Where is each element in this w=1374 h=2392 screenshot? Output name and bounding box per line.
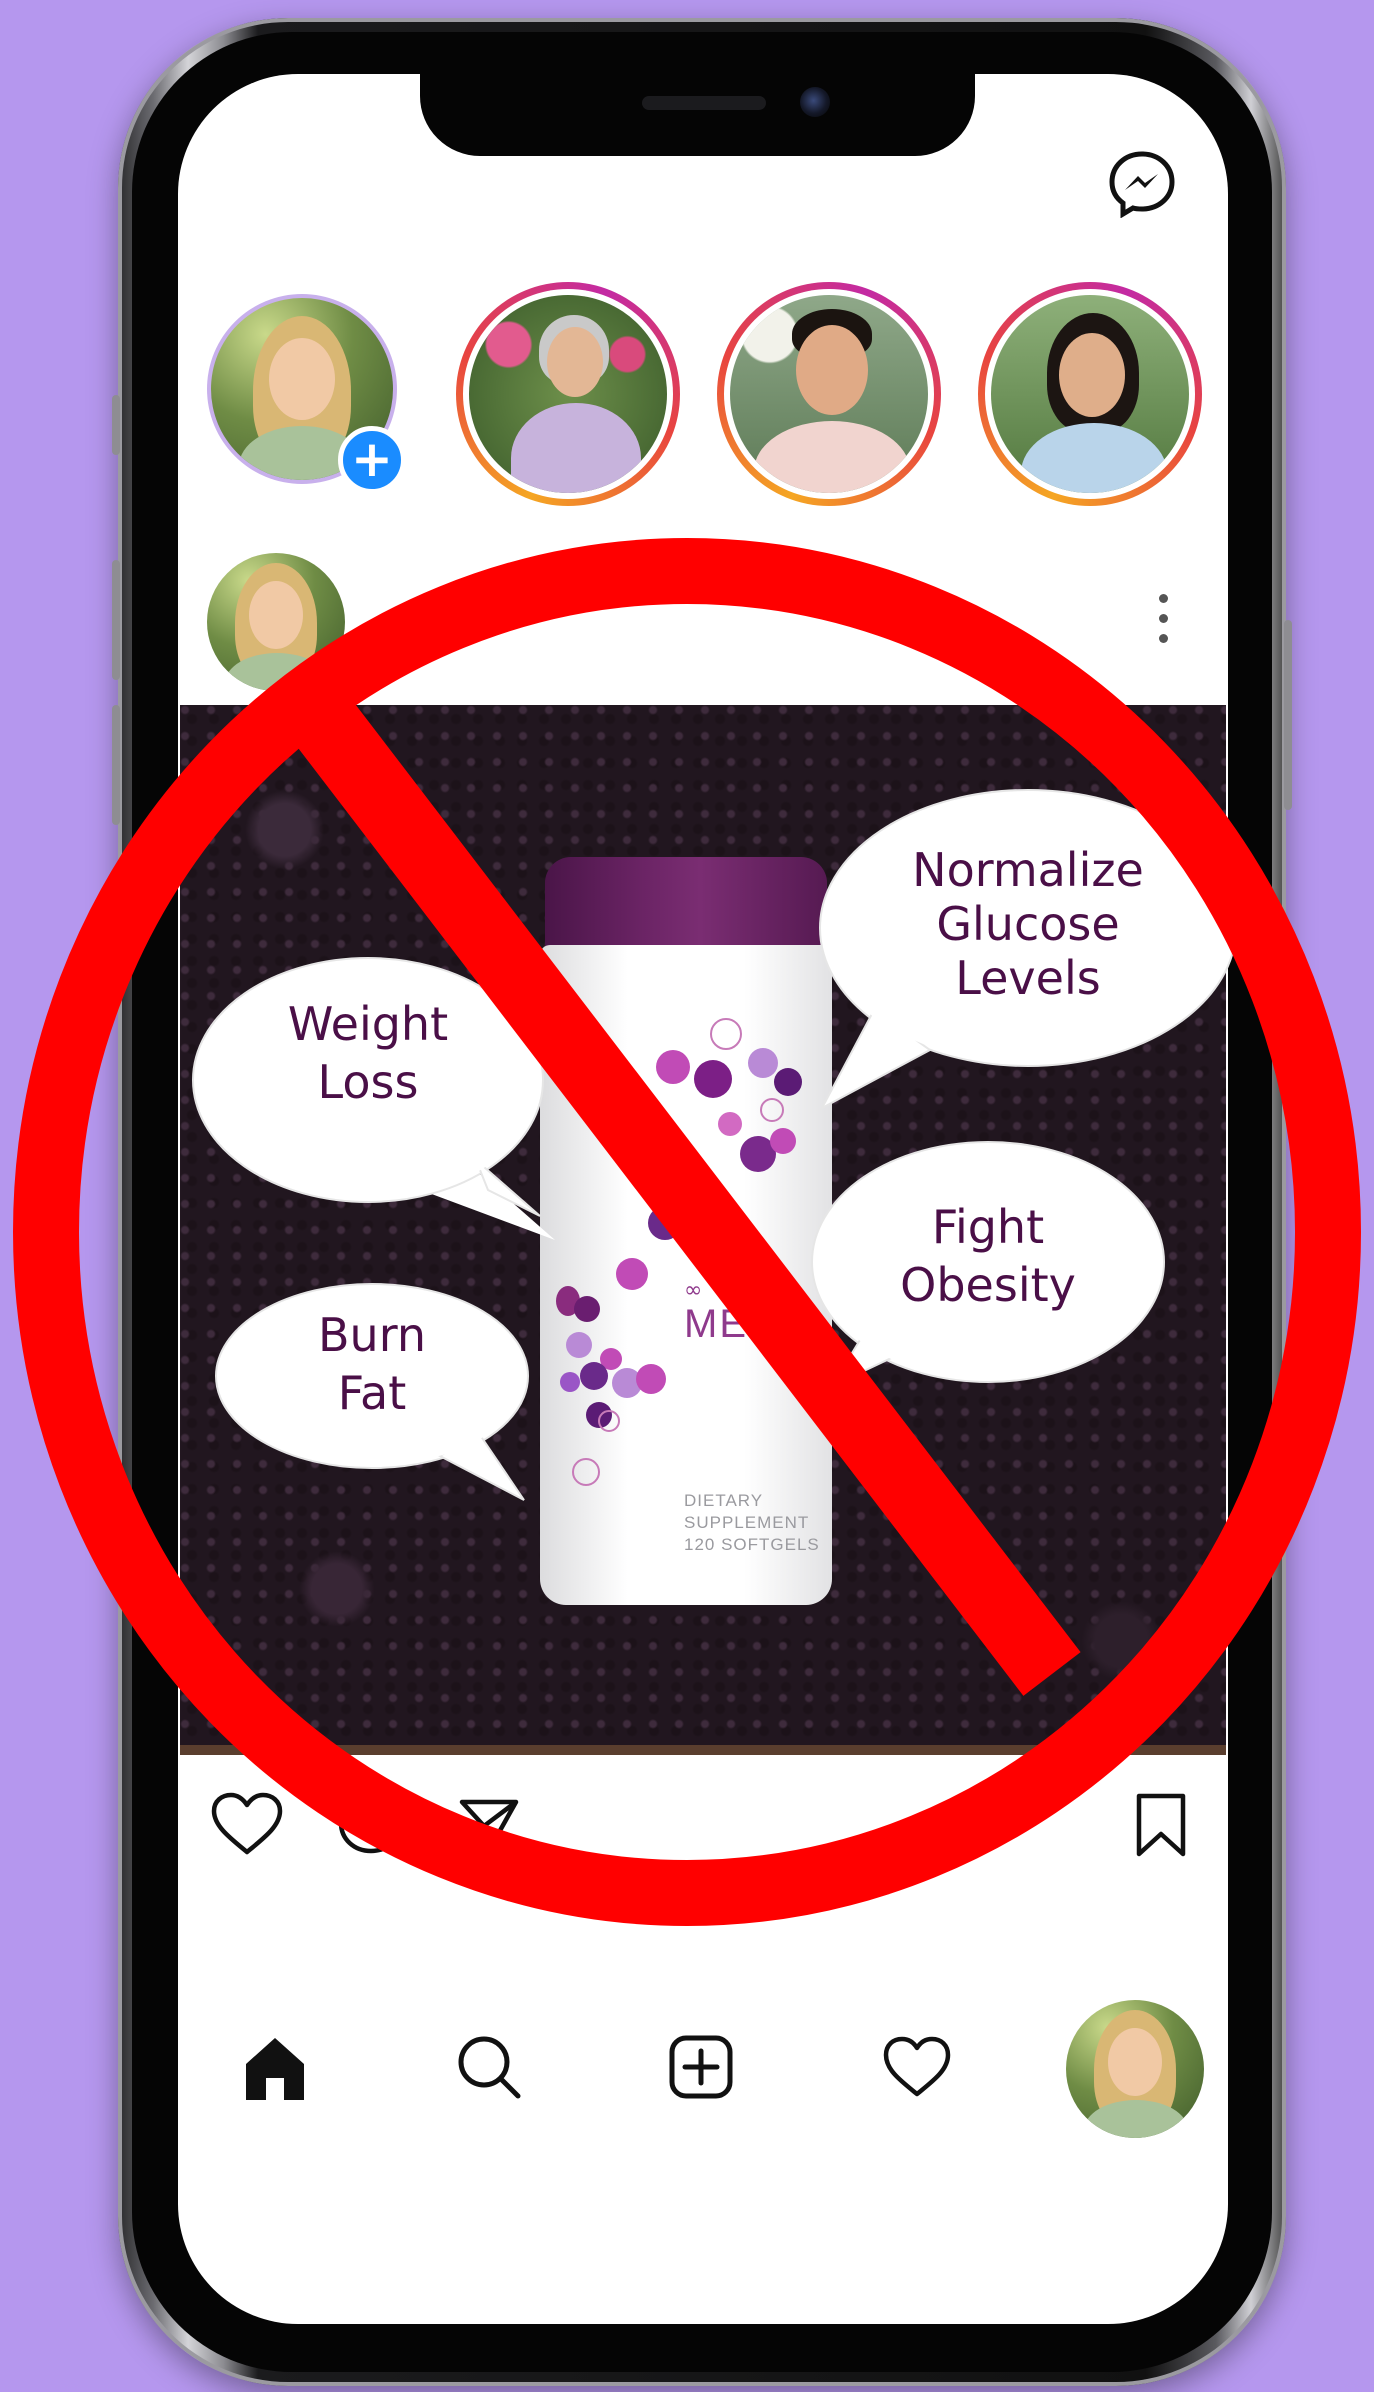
- bubble-line: Obesity: [900, 1258, 1076, 1312]
- bookmark-button[interactable]: [1134, 1792, 1188, 1858]
- bubble-line: Fight: [931, 1200, 1045, 1254]
- phone-notch: [420, 74, 975, 156]
- bubble-line: Loss: [317, 1055, 419, 1109]
- bubble-line: Glucose: [936, 897, 1120, 951]
- bubble-obesity: Fight Obesity: [828, 1198, 1148, 1314]
- bubble-weight-loss: Weight Loss: [218, 995, 518, 1111]
- bubble-line: Fat: [337, 1366, 407, 1420]
- bubble-line: Levels: [955, 951, 1101, 1005]
- front-camera: [800, 87, 830, 117]
- share-button[interactable]: [458, 1796, 520, 1856]
- bubble-burn-fat: Burn Fat: [222, 1306, 522, 1422]
- add-post-icon[interactable]: [668, 2034, 734, 2100]
- profile-avatar[interactable]: [1066, 2000, 1204, 2138]
- search-icon[interactable]: [456, 2034, 522, 2100]
- earpiece: [642, 96, 766, 110]
- comment-button[interactable]: [336, 1790, 406, 1860]
- bubble-glucose: Normalize Glucose Levels: [858, 843, 1198, 1005]
- home-icon[interactable]: [240, 2034, 310, 2102]
- bubble-line: Weight: [287, 997, 449, 1051]
- bubble-line: Normalize: [912, 843, 1144, 897]
- bubble-line: Burn: [318, 1308, 426, 1362]
- activity-heart-icon[interactable]: [882, 2036, 952, 2098]
- like-button[interactable]: [210, 1792, 284, 1856]
